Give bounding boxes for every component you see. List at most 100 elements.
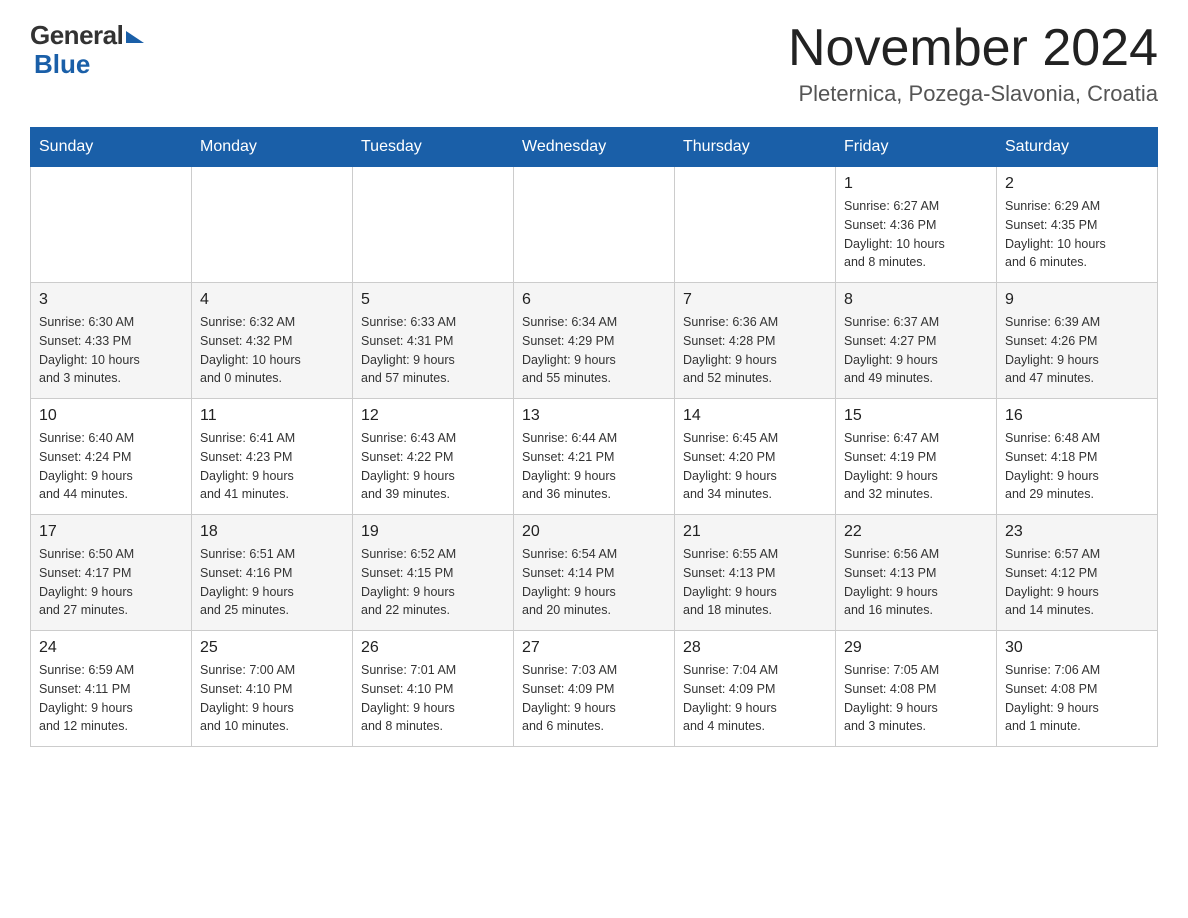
calendar-day: 23 Sunrise: 6:57 AMSunset: 4:12 PMDayligh… [997, 515, 1158, 631]
calendar-day: 18Sunrise: 6:51 AMSunset: 4:16 PMDayligh… [192, 515, 353, 631]
day-info: Sunrise: 6:47 AMSunset: 4:19 PMDaylight:… [844, 429, 988, 504]
title-block: November 2024 Pleternica, Pozega-Slavoni… [788, 20, 1158, 107]
calendar-day: 6 Sunrise: 6:34 AMSunset: 4:29 PMDaylight… [514, 283, 675, 399]
day-info: Sunrise: 6:34 AMSunset: 4:29 PMDaylight:… [522, 313, 666, 388]
day-number: 27 [522, 639, 666, 657]
day-info: Sunrise: 6:55 AMSunset: 4:13 PMDaylight:… [683, 545, 827, 620]
header-thursday: Thursday [675, 128, 836, 167]
day-number: 29 [844, 639, 988, 657]
calendar-day: 12 Sunrise: 6:43 AMSunset: 4:22 PMDayligh… [353, 399, 514, 515]
day-number: 10 [39, 407, 183, 425]
day-info: Sunrise: 6:45 AMSunset: 4:20 PMDaylight:… [683, 429, 827, 504]
day-info: Sunrise: 6:37 AMSunset: 4:27 PMDaylight:… [844, 313, 988, 388]
calendar-day [675, 167, 836, 283]
calendar-day: 8 Sunrise: 6:37 AMSunset: 4:27 PMDaylight… [836, 283, 997, 399]
day-info: Sunrise: 6:43 AMSunset: 4:22 PMDaylight:… [361, 429, 505, 504]
day-number: 16 [1005, 407, 1149, 425]
logo-blue: Blue [34, 49, 90, 80]
calendar-day: 16 Sunrise: 6:48 AMSunset: 4:18 PMDayligh… [997, 399, 1158, 515]
calendar-day: 27 Sunrise: 7:03 AMSunset: 4:09 PMDayligh… [514, 631, 675, 747]
day-number: 20 [522, 523, 666, 541]
calendar-day: 10 Sunrise: 6:40 AMSunset: 4:24 PMDayligh… [31, 399, 192, 515]
day-number: 8 [844, 291, 988, 309]
day-info: Sunrise: 6:36 AMSunset: 4:28 PMDaylight:… [683, 313, 827, 388]
calendar-header-row: SundayMondayTuesdayWednesdayThursdayFrid… [31, 128, 1158, 167]
calendar-day: 11Sunrise: 6:41 AMSunset: 4:23 PMDayligh… [192, 399, 353, 515]
calendar-day: 25Sunrise: 7:00 AMSunset: 4:10 PMDayligh… [192, 631, 353, 747]
calendar-week-5: 24 Sunrise: 6:59 AMSunset: 4:11 PMDayligh… [31, 631, 1158, 747]
header-monday: Monday [192, 128, 353, 167]
calendar-day: 30 Sunrise: 7:06 AMSunset: 4:08 PMDayligh… [997, 631, 1158, 747]
calendar-day: 20 Sunrise: 6:54 AMSunset: 4:14 PMDayligh… [514, 515, 675, 631]
day-number: 2 [1005, 175, 1149, 193]
day-info: Sunrise: 6:48 AMSunset: 4:18 PMDaylight:… [1005, 429, 1149, 504]
day-info: Sunrise: 7:00 AMSunset: 4:10 PMDaylight:… [200, 661, 344, 736]
day-info: Sunrise: 6:51 AMSunset: 4:16 PMDaylight:… [200, 545, 344, 620]
calendar-day: 3 Sunrise: 6:30 AMSunset: 4:33 PMDaylight… [31, 283, 192, 399]
calendar-day: 2 Sunrise: 6:29 AMSunset: 4:35 PMDaylight… [997, 167, 1158, 283]
day-number: 17 [39, 523, 183, 541]
calendar-day: 17 Sunrise: 6:50 AMSunset: 4:17 PMDayligh… [31, 515, 192, 631]
day-info: Sunrise: 7:06 AMSunset: 4:08 PMDaylight:… [1005, 661, 1149, 736]
location-subtitle: Pleternica, Pozega-Slavonia, Croatia [788, 81, 1158, 107]
calendar-day: 24 Sunrise: 6:59 AMSunset: 4:11 PMDayligh… [31, 631, 192, 747]
day-number: 5 [361, 291, 505, 309]
day-number: 24 [39, 639, 183, 657]
day-number: 4 [200, 291, 344, 309]
day-number: 3 [39, 291, 183, 309]
calendar-day: 5 Sunrise: 6:33 AMSunset: 4:31 PMDaylight… [353, 283, 514, 399]
calendar-day: 13 Sunrise: 6:44 AMSunset: 4:21 PMDayligh… [514, 399, 675, 515]
day-number: 19 [361, 523, 505, 541]
day-info: Sunrise: 6:30 AMSunset: 4:33 PMDaylight:… [39, 313, 183, 388]
day-number: 13 [522, 407, 666, 425]
calendar-week-2: 3 Sunrise: 6:30 AMSunset: 4:33 PMDaylight… [31, 283, 1158, 399]
calendar-day [192, 167, 353, 283]
day-info: Sunrise: 6:56 AMSunset: 4:13 PMDaylight:… [844, 545, 988, 620]
header-saturday: Saturday [997, 128, 1158, 167]
day-number: 9 [1005, 291, 1149, 309]
calendar-day: 4 Sunrise: 6:32 AMSunset: 4:32 PMDaylight… [192, 283, 353, 399]
day-info: Sunrise: 6:59 AMSunset: 4:11 PMDaylight:… [39, 661, 183, 736]
day-info: Sunrise: 6:44 AMSunset: 4:21 PMDaylight:… [522, 429, 666, 504]
calendar-week-1: 1Sunrise: 6:27 AMSunset: 4:36 PMDaylight… [31, 167, 1158, 283]
calendar-day: 26 Sunrise: 7:01 AMSunset: 4:10 PMDayligh… [353, 631, 514, 747]
logo-general: General [30, 20, 123, 51]
day-info: Sunrise: 7:04 AMSunset: 4:09 PMDaylight:… [683, 661, 827, 736]
logo: General Blue [30, 20, 144, 80]
calendar-week-4: 17 Sunrise: 6:50 AMSunset: 4:17 PMDayligh… [31, 515, 1158, 631]
header-sunday: Sunday [31, 128, 192, 167]
day-info: Sunrise: 6:39 AMSunset: 4:26 PMDaylight:… [1005, 313, 1149, 388]
calendar-table: SundayMondayTuesdayWednesdayThursdayFrid… [30, 127, 1158, 747]
day-number: 23 [1005, 523, 1149, 541]
calendar-day: 1Sunrise: 6:27 AMSunset: 4:36 PMDaylight… [836, 167, 997, 283]
month-year-title: November 2024 [788, 20, 1158, 77]
day-number: 28 [683, 639, 827, 657]
day-number: 6 [522, 291, 666, 309]
day-info: Sunrise: 7:01 AMSunset: 4:10 PMDaylight:… [361, 661, 505, 736]
day-info: Sunrise: 7:03 AMSunset: 4:09 PMDaylight:… [522, 661, 666, 736]
day-number: 12 [361, 407, 505, 425]
day-number: 21 [683, 523, 827, 541]
day-info: Sunrise: 7:05 AMSunset: 4:08 PMDaylight:… [844, 661, 988, 736]
day-info: Sunrise: 6:40 AMSunset: 4:24 PMDaylight:… [39, 429, 183, 504]
page-header: General Blue November 2024 Pleternica, P… [30, 20, 1158, 107]
calendar-week-3: 10 Sunrise: 6:40 AMSunset: 4:24 PMDayligh… [31, 399, 1158, 515]
header-friday: Friday [836, 128, 997, 167]
calendar-day: 9 Sunrise: 6:39 AMSunset: 4:26 PMDaylight… [997, 283, 1158, 399]
day-number: 1 [844, 175, 988, 193]
calendar-day: 7Sunrise: 6:36 AMSunset: 4:28 PMDaylight… [675, 283, 836, 399]
day-info: Sunrise: 6:54 AMSunset: 4:14 PMDaylight:… [522, 545, 666, 620]
calendar-day [353, 167, 514, 283]
calendar-day: 29 Sunrise: 7:05 AMSunset: 4:08 PMDayligh… [836, 631, 997, 747]
day-info: Sunrise: 6:52 AMSunset: 4:15 PMDaylight:… [361, 545, 505, 620]
day-info: Sunrise: 6:32 AMSunset: 4:32 PMDaylight:… [200, 313, 344, 388]
day-number: 11 [200, 407, 344, 425]
day-info: Sunrise: 6:33 AMSunset: 4:31 PMDaylight:… [361, 313, 505, 388]
day-info: Sunrise: 6:57 AMSunset: 4:12 PMDaylight:… [1005, 545, 1149, 620]
calendar-day: 21 Sunrise: 6:55 AMSunset: 4:13 PMDayligh… [675, 515, 836, 631]
day-info: Sunrise: 6:50 AMSunset: 4:17 PMDaylight:… [39, 545, 183, 620]
day-info: Sunrise: 6:29 AMSunset: 4:35 PMDaylight:… [1005, 197, 1149, 272]
day-number: 14 [683, 407, 827, 425]
day-number: 30 [1005, 639, 1149, 657]
day-number: 26 [361, 639, 505, 657]
